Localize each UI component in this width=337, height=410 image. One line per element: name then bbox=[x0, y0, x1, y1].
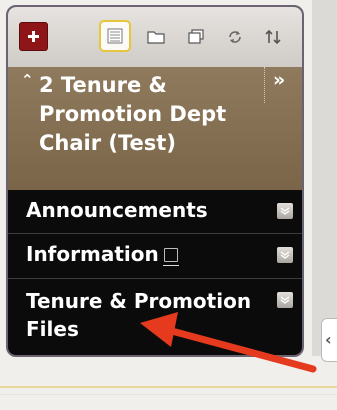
red-arrow-annotation bbox=[140, 312, 317, 373]
